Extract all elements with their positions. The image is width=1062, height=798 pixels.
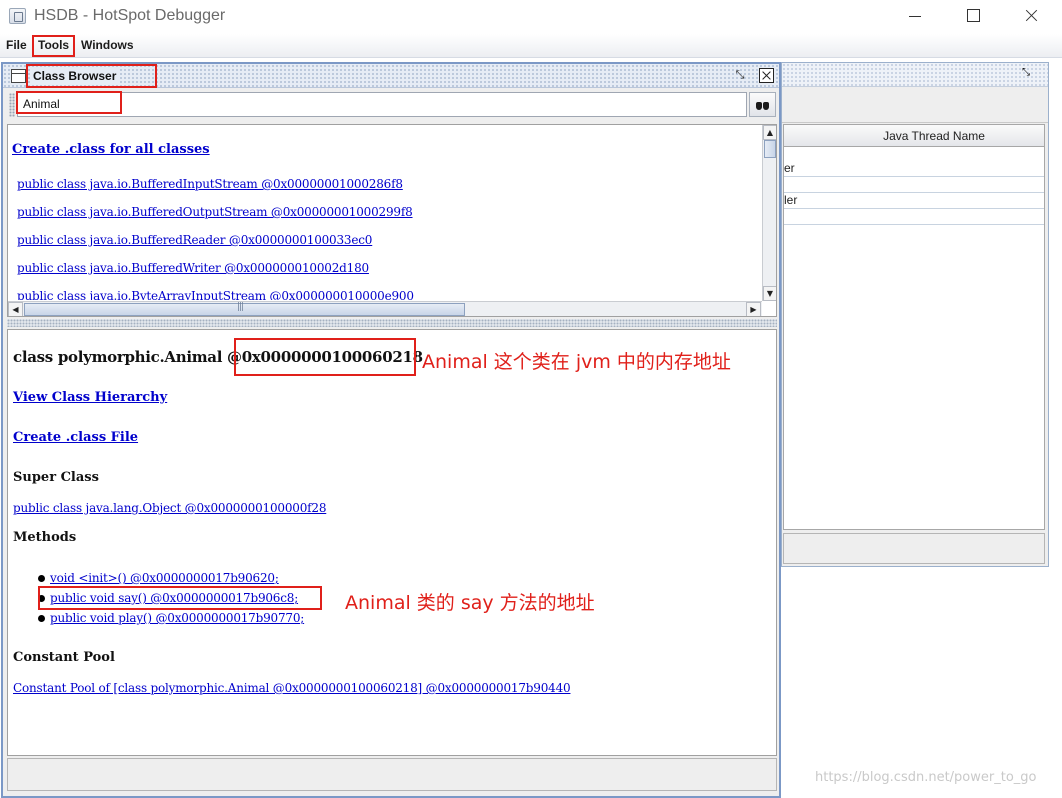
methods-heading: Methods — [13, 530, 77, 545]
column-header-thread-name[interactable]: Java Thread Name — [784, 125, 1044, 147]
bullet-icon — [38, 595, 45, 602]
class-browser-status-panel — [7, 758, 777, 791]
class-header: class polymorphic.Animal @0x000000010006… — [13, 348, 423, 366]
create-all-classes-link[interactable]: Create .class for all classes — [12, 142, 210, 157]
scroll-right-icon[interactable]: ▶ — [746, 302, 761, 316]
table-row[interactable]: er — [784, 161, 1044, 177]
search-button[interactable] — [749, 92, 776, 117]
create-class-file-link[interactable]: Create .class File — [13, 430, 138, 445]
class-browser-title: Class Browser — [31, 69, 119, 83]
class-browser-title-bar[interactable]: Class Browser ⤡ — [3, 64, 779, 88]
menu-tools[interactable]: Tools — [36, 38, 71, 52]
title-bar: HSDB - HotSpot Debugger — [0, 0, 1062, 34]
class-list-pane: Create .class for all classes public cla… — [7, 124, 777, 317]
class-browser-frame: Class Browser ⤡ Animal Create .class for… — [1, 62, 781, 798]
menu-windows[interactable]: Windows — [79, 38, 136, 52]
method-link[interactable]: public void play() @0x0000000017b90770; — [50, 611, 304, 625]
desktop-pane: ⤡ Java Thread Name er ler Class Browser … — [0, 59, 1062, 798]
class-address: 0x0000000100060218 — [241, 348, 423, 366]
method-annotation: Animal 类的 say 方法的地址 — [345, 592, 595, 614]
menu-bar: File Tools Windows — [0, 34, 1062, 58]
class-list-item[interactable]: public class java.io.BufferedReader @0x0… — [17, 233, 372, 247]
class-header-prefix: class polymorphic.Animal @ — [13, 348, 242, 366]
constant-pool-link[interactable]: Constant Pool of [class polymorphic.Anim… — [13, 681, 571, 695]
menu-file[interactable]: File — [4, 38, 29, 52]
watermark: https://blog.csdn.net/power_to_go — [815, 770, 1037, 785]
java-threads-title-bar: ⤡ — [782, 63, 1048, 87]
window-title: HSDB - HotSpot Debugger — [34, 7, 226, 24]
minimize-button[interactable] — [886, 0, 944, 32]
split-pane-divider[interactable] — [7, 319, 777, 327]
super-class-link[interactable]: public class java.lang.Object @0x0000000… — [13, 501, 326, 515]
bullet-icon — [38, 615, 45, 622]
iconify-icon[interactable]: ⤡ — [1022, 67, 1038, 81]
super-class-heading: Super Class — [13, 470, 99, 485]
close-icon[interactable] — [759, 68, 774, 83]
method-link[interactable]: public void say() @0x0000000017b906c8; — [50, 591, 298, 605]
class-list-item[interactable]: public class java.io.BufferedOutputStrea… — [17, 205, 413, 219]
toolbar-grip[interactable] — [9, 93, 15, 117]
method-item: void <init>() @0x0000000017b90620; — [38, 571, 279, 585]
close-button[interactable] — [1002, 0, 1060, 32]
class-list-item[interactable]: public class java.io.ByteArrayInputStrea… — [17, 289, 414, 300]
java-threads-bottom-panel — [783, 533, 1045, 564]
bullet-icon — [38, 575, 45, 582]
java-threads-toolbar — [782, 88, 1048, 123]
scroll-up-icon[interactable]: ▲ — [763, 125, 776, 140]
vertical-scroll-thumb[interactable] — [764, 140, 776, 158]
constant-pool-heading: Constant Pool — [13, 650, 115, 665]
threads-table: Java Thread Name er ler — [783, 124, 1045, 530]
maximize-button[interactable] — [944, 0, 1002, 32]
method-link[interactable]: void <init>() @0x0000000017b90620; — [50, 571, 279, 585]
class-list-content: Create .class for all classes public cla… — [8, 125, 762, 300]
method-item: public void play() @0x0000000017b90770; — [38, 611, 304, 625]
horizontal-scroll-thumb[interactable] — [24, 302, 465, 316]
search-row: Animal — [3, 89, 779, 121]
app-icon — [9, 8, 26, 24]
method-item: public void say() @0x0000000017b906c8; — [38, 591, 298, 605]
view-class-hierarchy-link[interactable]: View Class Hierarchy — [13, 390, 167, 405]
class-list-item[interactable]: public class java.io.BufferedInputStream… — [17, 177, 403, 191]
address-annotation: Animal 这个类在 jvm 中的内存地址 — [422, 351, 731, 373]
class-list-item[interactable]: public class java.io.BufferedWriter @0x0… — [17, 261, 369, 275]
java-threads-frame: ⤡ Java Thread Name er ler — [781, 62, 1049, 567]
horizontal-scrollbar[interactable]: ◀ ▶ — [8, 301, 762, 316]
vertical-scrollbar[interactable]: ▲ ▼ — [762, 125, 776, 301]
table-row[interactable] — [784, 209, 1044, 225]
class-detail-pane: class polymorphic.Animal @0x000000010006… — [7, 329, 777, 756]
frame-icon — [11, 69, 26, 83]
table-row[interactable]: ler — [784, 193, 1044, 209]
scroll-down-icon[interactable]: ▼ — [763, 286, 776, 301]
search-input[interactable]: Animal — [17, 92, 747, 117]
binoculars-icon — [756, 99, 770, 111]
table-row[interactable] — [784, 177, 1044, 193]
iconify-icon[interactable]: ⤡ — [732, 68, 748, 83]
scroll-left-icon[interactable]: ◀ — [8, 302, 23, 316]
